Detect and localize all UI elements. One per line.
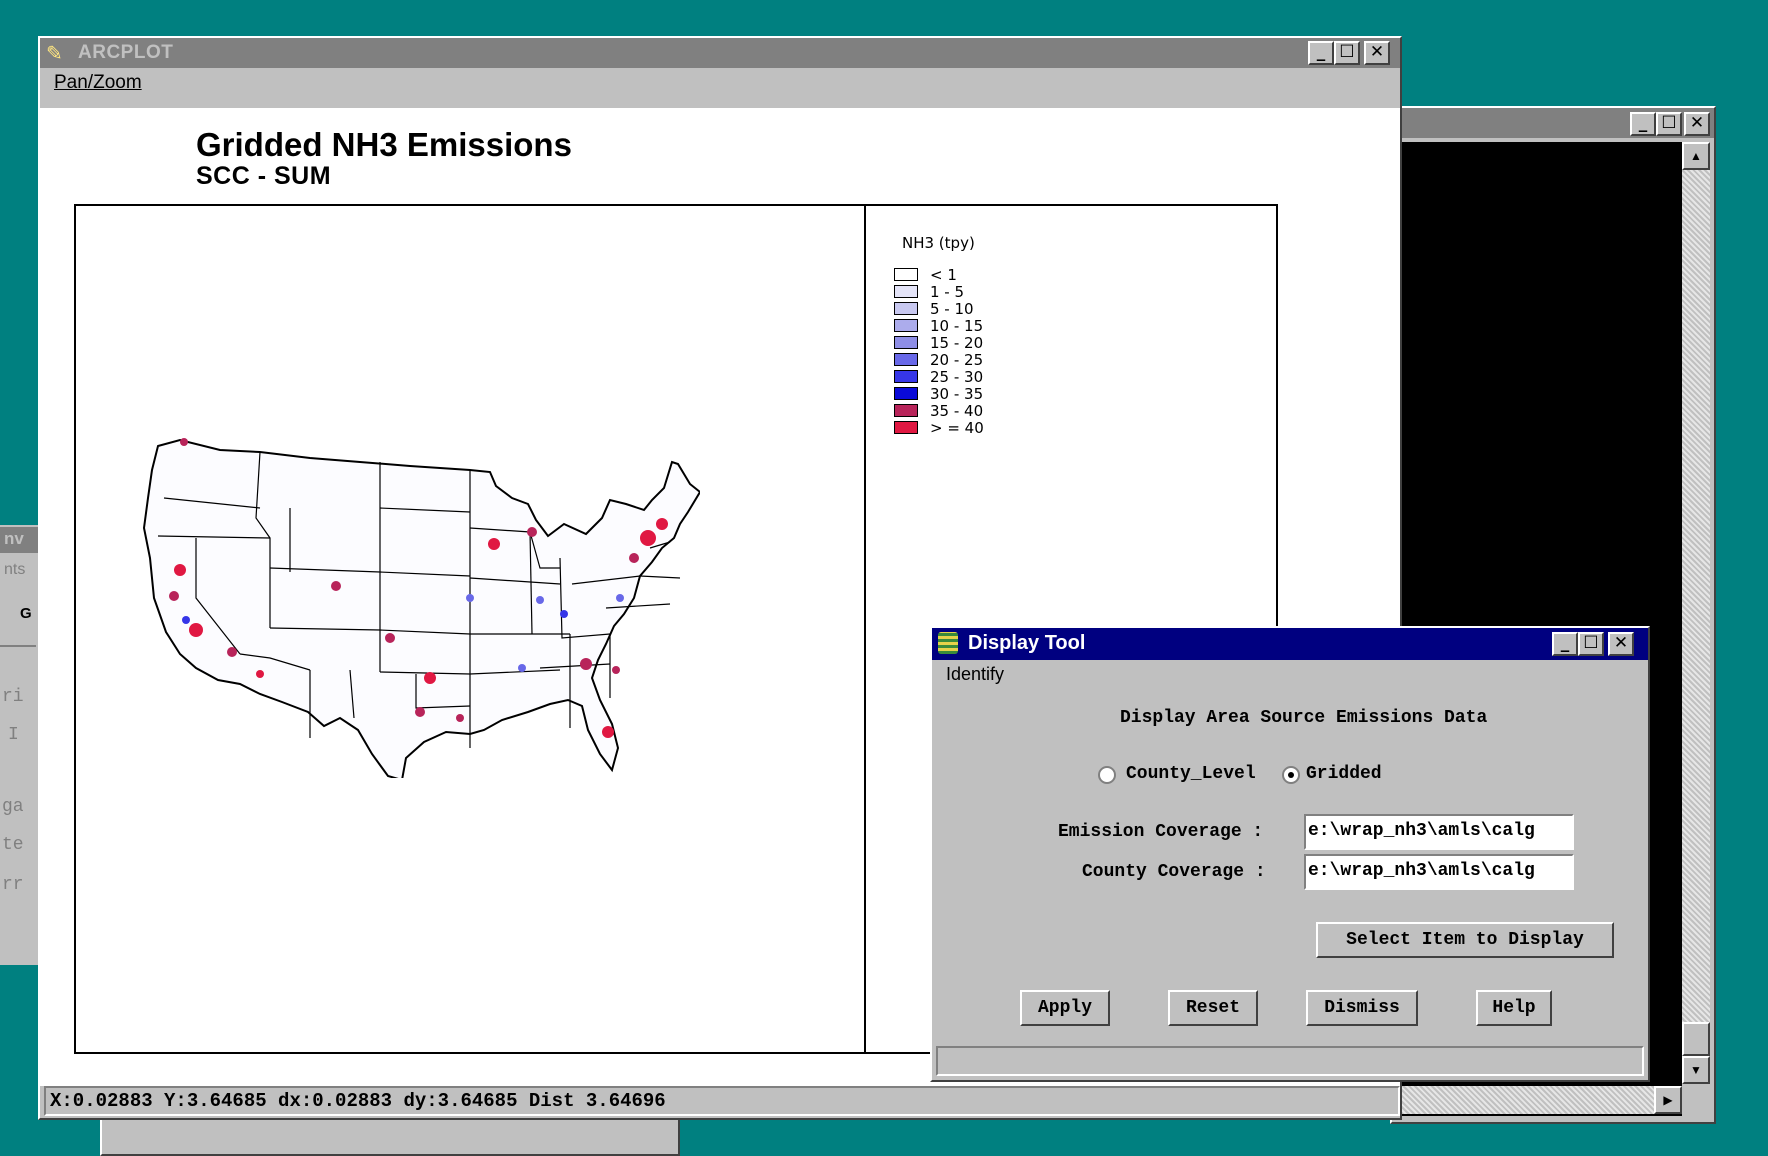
left-partial-label-6: te — [2, 835, 24, 855]
scroll-thumb[interactable] — [1682, 1022, 1710, 1056]
map-title: Gridded NH3 Emissions — [196, 126, 572, 163]
legend-label: 10 - 15 — [930, 317, 984, 335]
county-coverage-value: e:\wrap_nh3\amls\calg — [1308, 861, 1535, 881]
display-tool-minimize-button[interactable]: _ — [1552, 632, 1578, 656]
legend-swatch — [894, 319, 918, 332]
radio-gridded[interactable]: Gridded — [1282, 764, 1402, 788]
scroll-up-arrow[interactable]: ▲ — [1682, 142, 1710, 170]
legend-swatch — [894, 285, 918, 298]
bg-minimize-button[interactable]: _ — [1630, 112, 1656, 136]
map-subtitle: SCC - SUM — [196, 162, 332, 190]
legend-label: 30 - 35 — [930, 385, 984, 403]
legend-label: 1 - 5 — [930, 283, 965, 301]
legend-label: 35 - 40 — [930, 402, 984, 420]
left-partial-label-4: I — [8, 725, 19, 745]
radio-selected-dot — [1288, 772, 1294, 778]
radio-button-county-level[interactable] — [1098, 766, 1116, 784]
radio-button-gridded[interactable] — [1282, 766, 1300, 784]
reset-button[interactable]: Reset — [1168, 990, 1258, 1026]
scroll-down-arrow[interactable]: ▼ — [1682, 1056, 1710, 1084]
legend-rows: < 1 1 - 5 5 - 10 10 - 15 15 - 20 20 - 25… — [894, 266, 1134, 446]
legend-label: 20 - 25 — [930, 351, 984, 369]
display-tool-window: Display Tool _ ☐ ✕ Identify Display Area… — [930, 626, 1650, 1082]
legend-swatch — [894, 404, 918, 417]
emission-coverage-label: Emission Coverage : — [1058, 822, 1264, 842]
display-tool-maximize-button[interactable]: ☐ — [1578, 632, 1604, 656]
radio-county-level[interactable]: County_Level — [1098, 764, 1278, 788]
dismiss-button[interactable]: Dismiss — [1306, 990, 1418, 1026]
help-button[interactable]: Help — [1476, 990, 1552, 1026]
arcplot-maximize-button[interactable]: ☐ — [1334, 41, 1360, 65]
emission-coverage-value: e:\wrap_nh3\amls\calg — [1308, 821, 1535, 841]
legend-label: < 1 — [930, 266, 957, 284]
coordinate-readout: X:0.02883 Y:3.64685 dx:0.02883 dy:3.6468… — [50, 1090, 666, 1112]
arcplot-close-button[interactable]: ✕ — [1364, 41, 1390, 65]
arcplot-status-bar: X:0.02883 Y:3.64685 dx:0.02883 dy:3.6468… — [44, 1086, 1400, 1116]
left-partial-divider — [0, 645, 36, 647]
legend-label: 15 - 20 — [930, 334, 984, 352]
arcplot-titlebar[interactable]: ✎ ARCPLOT _ ☐ ✕ — [40, 38, 1400, 68]
left-partial-label-7: rr — [2, 875, 24, 895]
select-item-button[interactable]: Select Item to Display — [1316, 922, 1614, 958]
display-tool-app-icon — [938, 632, 958, 654]
legend: NH3 (tpy) < 1 1 - 5 5 - 10 10 - 15 15 - … — [890, 234, 1150, 554]
us-emissions-map — [142, 438, 700, 778]
legend-label: > = 40 — [930, 419, 984, 437]
us-outline — [142, 438, 700, 778]
left-partial-window: nv nts G ri I ga te rr — [0, 525, 38, 965]
menu-pan-zoom[interactable]: Pan/Zoom — [54, 72, 142, 94]
legend-swatch — [894, 421, 918, 434]
left-partial-label-3: ri — [2, 687, 24, 707]
vertical-scrollbar[interactable]: ▲ ▼ — [1682, 142, 1710, 1084]
menu-identify[interactable]: Identify — [946, 664, 1004, 685]
bg-close-button[interactable]: ✕ — [1684, 112, 1710, 136]
legend-swatch — [894, 268, 918, 281]
radio-label-gridded: Gridded — [1306, 764, 1382, 784]
left-partial-label-0: nv — [4, 529, 24, 548]
legend-swatch — [894, 353, 918, 366]
county-coverage-field[interactable]: e:\wrap_nh3\amls\calg — [1304, 854, 1574, 890]
display-tool-title: Display Tool — [968, 632, 1086, 654]
horizontal-scrollbar[interactable]: ▶ — [1396, 1086, 1682, 1114]
bg-maximize-button[interactable]: ☐ — [1656, 112, 1682, 136]
display-tool-titlebar[interactable]: Display Tool _ ☐ ✕ — [932, 628, 1648, 660]
left-partial-label-5: ga — [2, 797, 24, 817]
left-partial-label-1: nts — [4, 561, 26, 578]
apply-button[interactable]: Apply — [1020, 990, 1110, 1026]
display-tool-close-button[interactable]: ✕ — [1608, 632, 1634, 656]
county-coverage-label: County Coverage : — [1082, 862, 1266, 882]
display-tool-heading: Display Area Source Emissions Data — [1120, 708, 1488, 728]
legend-title: NH3 (tpy) — [902, 234, 975, 252]
legend-label: 5 - 10 — [930, 300, 974, 318]
radio-label-county-level: County_Level — [1126, 764, 1256, 784]
arcplot-menubar: Pan/Zoom — [40, 68, 1400, 98]
arcplot-minimize-button[interactable]: _ — [1308, 41, 1334, 65]
legend-swatch — [894, 336, 918, 349]
legend-label: 25 - 30 — [930, 368, 984, 386]
scroll-right-arrow[interactable]: ▶ — [1654, 1086, 1682, 1114]
display-tool-menubar: Identify — [932, 660, 1648, 688]
map-legend-divider — [864, 204, 866, 1054]
left-partial-titlebar: nv — [0, 527, 38, 553]
legend-swatch — [894, 302, 918, 315]
display-tool-message-bar — [936, 1046, 1644, 1076]
emission-coverage-field[interactable]: e:\wrap_nh3\amls\calg — [1304, 814, 1574, 850]
legend-swatch — [894, 370, 918, 383]
left-partial-label-2: G — [20, 605, 32, 622]
arcplot-title: ARCPLOT — [78, 42, 174, 63]
arcplot-app-icon: ✎ — [46, 43, 63, 65]
legend-swatch — [894, 387, 918, 400]
